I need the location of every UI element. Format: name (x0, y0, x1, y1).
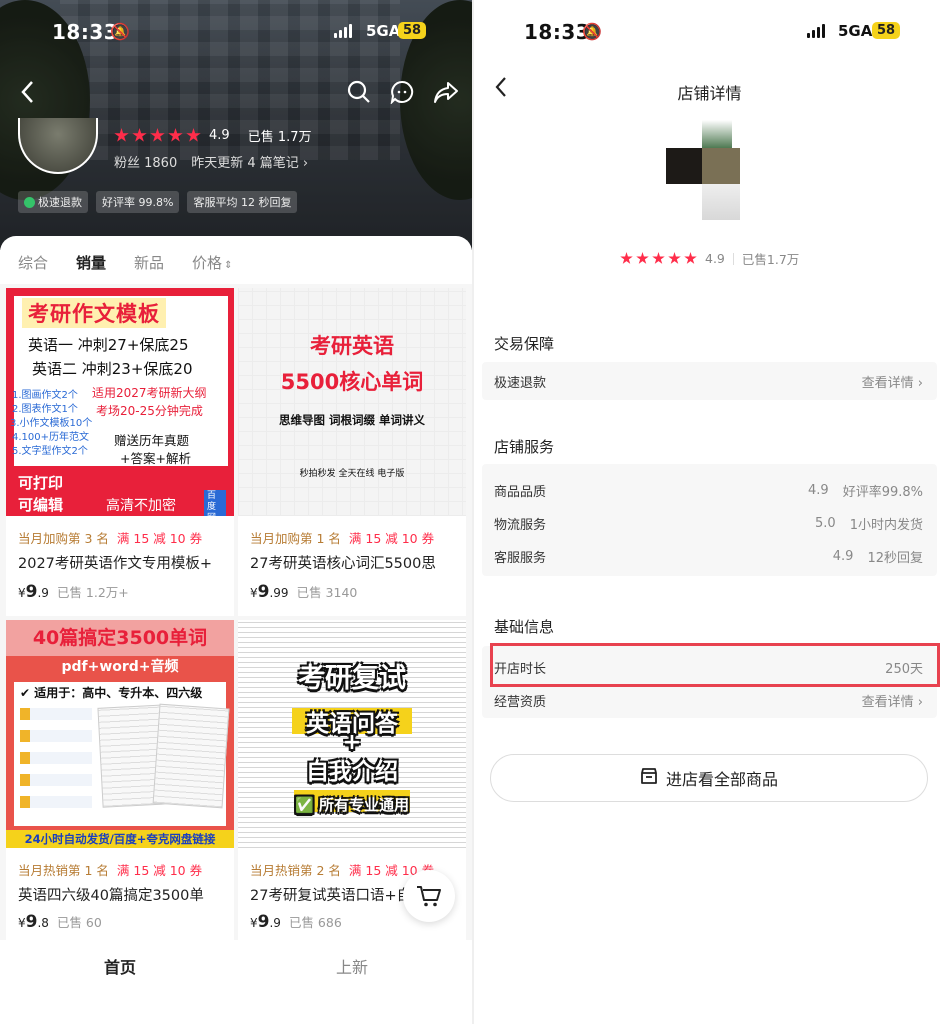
shop-home-screen: 18:33 🔕 5GA 58 4.9 已售 1.7万 粉丝 1860 昨天更新 … (0, 0, 472, 1024)
shop-rating-value: 4.9 (209, 128, 230, 143)
shop-logo (666, 120, 740, 220)
badge-reply-time: 客服平均 12 秒回复 (187, 191, 298, 213)
bell-mute-icon: 🔕 (110, 22, 130, 41)
section-title-service: 店铺服务 (494, 438, 555, 456)
product-card[interactable]: 考研作文模板 英语一 冲刺27+保底25 英语二 冲刺23+保底20 1.图画作… (6, 288, 234, 616)
badge-positive-rate: 好评率 99.8% (96, 191, 180, 213)
product-price: ¥9.99 已售 3140 (250, 582, 358, 602)
product-image: 考研复试 英语问答 + 自我介绍 ✅ 所有专业通用 (238, 620, 466, 848)
shop-rating-line: 4.9 已售1.7万 (620, 249, 799, 268)
rank-tag: 当月加购第 1 名满 15 减 10 券 (250, 531, 435, 546)
row-product-quality: 商品品质 4.9 好评率99.8% (494, 482, 923, 500)
file-list-image (20, 708, 92, 820)
battery-indicator: 58 (872, 22, 901, 39)
status-time: 18:33 (52, 20, 119, 44)
shop-rating-value: 4.9 (705, 251, 725, 266)
product-sheet: 综合 销量 新品 价格 ⇕ 考研作文模板 英语一 冲刺27+保底25 英语二 冲刺… (0, 236, 472, 1024)
row-fast-refund[interactable]: 极速退款 查看详情 › (494, 371, 923, 391)
product-image: 40篇搞定3500单词 pdf+word+音频 ✔ 适用于：高中、专升本、四六级… (6, 620, 234, 848)
row-logistics: 物流服务 5.0 1小时内发货 (494, 515, 923, 533)
sort-arrows-icon: ⇕ (224, 260, 233, 271)
product-card[interactable]: 40篇搞定3500单词 pdf+word+音频 ✔ 适用于：高中、专升本、四六级… (6, 620, 234, 940)
store-icon (640, 767, 658, 789)
status-bar: 18:33 🔕 5GA 58 (474, 0, 945, 62)
signal-icon (334, 24, 352, 38)
product-image: 考研英语 5500核心单词 思维导图 词根词缀 单词讲义 秒拍秒发 全天在线 电… (238, 288, 466, 516)
shop-fans: 粉丝 1860 (114, 156, 178, 171)
nav-new-arrivals[interactable]: 上新 (336, 954, 368, 978)
row-customer-service: 客服服务 4.9 12秒回复 (494, 548, 923, 566)
status-bar: 18:33 🔕 5GA 58 (0, 0, 472, 62)
sort-tabs: 综合 销量 新品 价格 ⇕ (18, 252, 232, 273)
tab-sales[interactable]: 销量 (76, 252, 106, 273)
back-icon[interactable] (20, 80, 36, 110)
product-title: 27考研复试英语口语+自我介绍 (250, 888, 410, 904)
shield-check-icon (24, 196, 35, 208)
product-price: ¥9.9 已售 1.2万+ (18, 582, 129, 602)
battery-indicator: 58 (398, 22, 427, 39)
tab-price[interactable]: 价格 ⇕ (192, 252, 232, 273)
product-grid: 考研作文模板 英语一 冲刺27+保底25 英语二 冲刺23+保底20 1.图画作… (0, 284, 472, 944)
shop-rating-line: 4.9 已售 1.7万 (114, 126, 312, 145)
network-label: 5GA (838, 22, 873, 40)
product-title: 2027考研英语作文专用模板+ (18, 556, 213, 572)
share-icon[interactable] (433, 80, 459, 110)
rating-stars (620, 252, 697, 265)
product-card[interactable]: 考研英语 5500核心单词 思维导图 词根词缀 单词讲义 秒拍秒发 全天在线 电… (238, 288, 466, 616)
shop-details-screen: 18:33 🔕 5GA 58 店铺详情 4.9 已售1.7万 交易保障 极速退款… (474, 0, 945, 1024)
bell-mute-icon: 🔕 (582, 22, 602, 41)
page-title: 店铺详情 (677, 84, 742, 103)
cart-icon[interactable] (403, 870, 455, 922)
trade-box: 极速退款 查看详情 › (482, 362, 937, 400)
rating-stars (114, 128, 201, 143)
shop-sold-count: 已售 1.7万 (247, 130, 312, 145)
rank-tag: 当月热销第 1 名满 15 减 10 券 (18, 863, 203, 878)
shop-update-link[interactable]: 昨天更新 4 篇笔记 › (191, 152, 308, 171)
shop-meta-line: 粉丝 1860 昨天更新 4 篇笔记 › (114, 152, 308, 171)
search-icon[interactable] (347, 80, 371, 110)
bottom-nav: 首页 上新 (0, 940, 472, 1024)
product-price: ¥9.9 已售 686 (250, 912, 342, 932)
message-icon[interactable] (390, 80, 414, 110)
section-title-trade: 交易保障 (494, 335, 555, 353)
enter-shop-button[interactable]: 进店看全部商品 (490, 754, 928, 802)
badge-fast-refund: 极速退款 (18, 191, 88, 213)
rank-tag: 当月加购第 3 名满 15 减 10 券 (18, 531, 203, 546)
row-business-license[interactable]: 经营资质 查看详情 › (494, 690, 923, 710)
section-title-basic: 基础信息 (494, 618, 555, 636)
shop-badges: 极速退款 好评率 99.8% 客服平均 12 秒回复 (18, 191, 298, 213)
signal-icon (807, 24, 825, 38)
network-label: 5GA (366, 22, 401, 40)
rank-tag: 当月热销第 2 名满 15 减 10 券 (250, 863, 435, 878)
tab-comprehensive[interactable]: 综合 (18, 252, 48, 273)
highlight-box (490, 643, 940, 687)
product-image: 考研作文模板 英语一 冲刺27+保底25 英语二 冲刺23+保底20 1.图画作… (6, 288, 234, 516)
tab-new[interactable]: 新品 (134, 252, 164, 273)
nav-home[interactable]: 首页 (104, 954, 136, 978)
product-title: 27考研英语核心词汇5500思 (250, 556, 436, 572)
service-box: 商品品质 4.9 好评率99.8% 物流服务 5.0 1小时内发货 客服服务 4.9… (482, 464, 937, 576)
status-time: 18:33 (524, 20, 591, 44)
product-price: ¥9.8 已售 60 (18, 912, 102, 932)
shop-sold-count: 已售1.7万 (741, 252, 800, 267)
product-title: 英语四六级40篇搞定3500单 (18, 888, 204, 904)
